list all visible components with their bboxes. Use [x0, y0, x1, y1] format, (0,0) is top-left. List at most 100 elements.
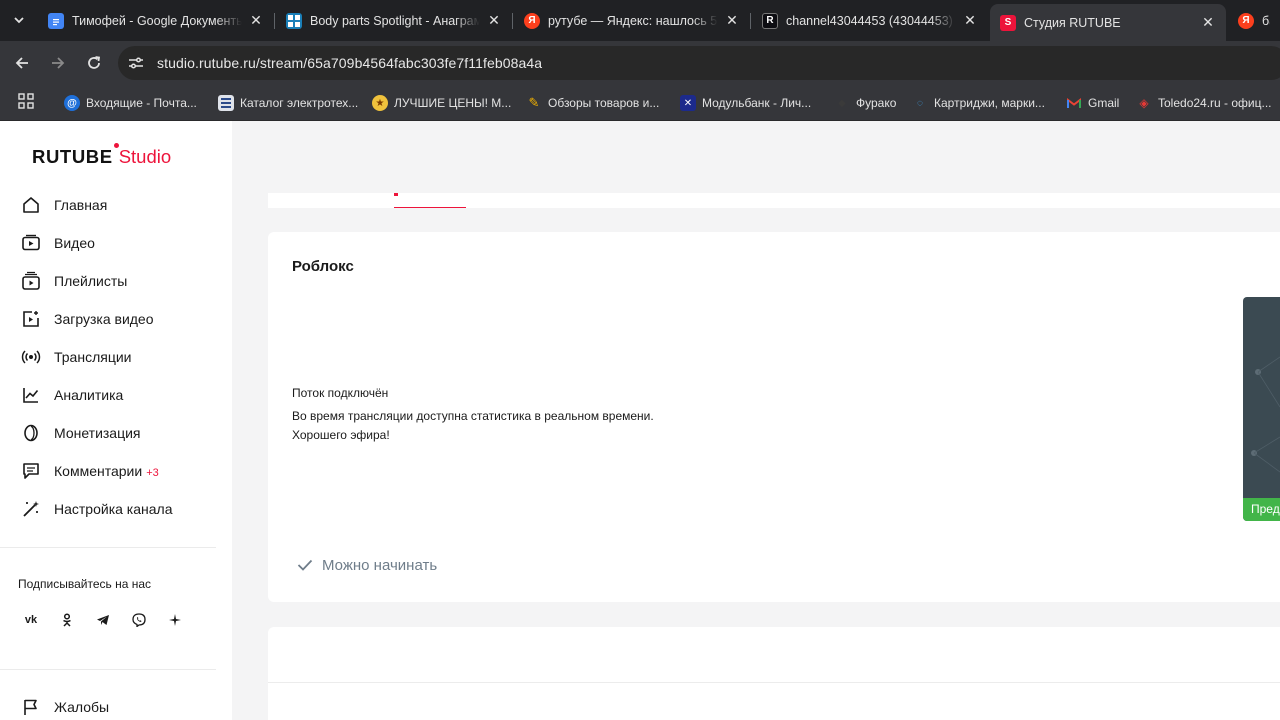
checkmark-icon	[296, 556, 314, 574]
reload-button[interactable]	[81, 50, 107, 76]
bookmark-item[interactable]: ◌ Картриджи, марки...	[912, 92, 1045, 114]
stream-title: Роблокс	[292, 258, 354, 275]
sidebar-item-channel-settings[interactable]: Настройка канала	[0, 490, 232, 528]
browser-tab-bar: Тимофей - Google Документы ✕ Body parts …	[0, 0, 1280, 41]
broadcast-icon	[19, 345, 43, 369]
vk-icon[interactable]: vk	[18, 607, 44, 633]
monetization-icon	[19, 421, 43, 445]
channel-settings-icon	[19, 497, 43, 521]
site-settings-icon[interactable]	[126, 53, 146, 73]
sidebar-item-label: Трансляции	[54, 349, 132, 365]
bookmark-item[interactable]: ✕ Модульбанк - Лич...	[680, 92, 811, 114]
stream-status-title: Поток подключён	[292, 386, 389, 400]
bank-icon: ✕	[680, 95, 696, 111]
bookmark-label: ЛУЧШИЕ ЦЕНЫ! М...	[394, 96, 512, 110]
sidebar-item-playlists[interactable]: Плейлисты	[0, 262, 232, 300]
browser-tab[interactable]: R channel43044453 (43044453) - ✕	[752, 6, 988, 35]
sparkle-icon[interactable]	[162, 607, 188, 633]
url-text[interactable]: studio.rutube.ru/stream/65a709b4564fabc3…	[157, 55, 542, 71]
bookmark-item[interactable]: @ Входящие - Почта...	[64, 92, 197, 114]
arrow-left-icon	[15, 57, 28, 69]
tab-title: Студия RUTUBE	[1024, 15, 1121, 30]
bookmark-item[interactable]: ◈ Toledo24.ru - офиц...	[1136, 92, 1271, 114]
sidebar-item-upload[interactable]: Загрузка видео	[0, 300, 232, 338]
active-tab-marker	[394, 193, 398, 196]
sidebar-item-complaints[interactable]: Жалобы	[0, 688, 232, 720]
telegram-icon[interactable]	[90, 607, 116, 633]
arrow-right-icon	[52, 57, 65, 69]
catalog-icon	[218, 95, 234, 111]
bookmark-label: Каталог электротех...	[240, 96, 359, 110]
cartridge-icon: ◌	[917, 97, 923, 109]
address-bar[interactable]: studio.rutube.ru/stream/65a709b4564fabc3…	[118, 46, 1280, 80]
sidebar-item-label: Главная	[54, 197, 108, 213]
browser-tab[interactable]: Тимофей - Google Документы ✕	[38, 6, 274, 35]
sidebar-item-analytics[interactable]: Аналитика	[0, 376, 232, 414]
logo-brand: RUTUBE	[32, 146, 113, 167]
chevron-down-icon	[14, 17, 24, 24]
browser-tab[interactable]: Я рутубе — Яндекс: нашлось 5 т ✕	[514, 6, 750, 35]
tab-search-button[interactable]	[6, 8, 32, 32]
sidebar-item-home[interactable]: Главная	[0, 186, 232, 224]
rutube-studio-icon: S	[1000, 14, 1016, 31]
sidebar: RUTUBE Studio Главная Видео Плейлисты Заг…	[0, 121, 232, 720]
stream-preview[interactable]: Пред	[1243, 297, 1280, 521]
shop-icon: ★	[372, 95, 388, 111]
sidebar-item-monetization[interactable]: Монетизация	[0, 414, 232, 452]
bookmark-label: Входящие - Почта...	[86, 96, 197, 110]
reload-icon	[88, 56, 101, 69]
bookmark-label: Gmail	[1088, 96, 1120, 110]
bookmark-label: Модульбанк - Лич...	[702, 96, 812, 110]
wordwall-icon	[286, 12, 302, 29]
odnoklassniki-icon[interactable]	[54, 607, 80, 633]
studio-app: RUTUBE Studio Главная Видео Плейлисты Заг…	[0, 121, 1280, 720]
rutube-r-icon: R	[762, 12, 778, 29]
status-line: Хорошего эфира!	[292, 428, 390, 442]
ready-to-start-button[interactable]: Можно начинать	[296, 556, 437, 574]
bookmark-item[interactable]: Gmail	[1066, 92, 1119, 114]
close-tab-icon[interactable]: ✕	[248, 12, 264, 29]
active-tab-underline	[394, 207, 466, 208]
stream-tabs-strip	[268, 193, 1280, 208]
close-tab-icon[interactable]: ✕	[724, 12, 740, 29]
sidebar-item-comments[interactable]: Комментарии +3	[0, 452, 232, 490]
back-button[interactable]	[9, 50, 35, 76]
close-tab-icon[interactable]: ✕	[486, 12, 502, 29]
playlist-icon	[19, 269, 43, 293]
yandex-icon: Я	[524, 12, 540, 29]
browser-tab-active[interactable]: S Студия RUTUBE ✕	[990, 4, 1226, 41]
browser-toolbar: studio.rutube.ru/stream/65a709b4564fabc3…	[0, 41, 1280, 84]
rutube-studio-logo[interactable]: RUTUBE Studio	[32, 143, 171, 172]
gmail-icon	[1066, 95, 1082, 111]
follow-us-title: Подписывайтесь на нас	[18, 577, 152, 591]
stream-settings-card	[268, 627, 1280, 720]
bookmark-item[interactable]: ★ ЛУЧШИЕ ЦЕНЫ! М...	[372, 92, 511, 114]
comments-icon	[19, 459, 43, 483]
browser-tab[interactable]: Я бар	[1228, 6, 1280, 35]
bookmark-label: Фурако	[856, 96, 897, 110]
logo-dot	[113, 143, 119, 148]
yandex-icon: Я	[1238, 12, 1254, 29]
toledo-icon: ◈	[1139, 96, 1149, 110]
apps-grid-icon[interactable]	[18, 93, 34, 109]
close-tab-icon[interactable]: ✕	[1200, 14, 1216, 31]
stream-card: Роблокс Поток подключён Во время трансля…	[268, 232, 1280, 602]
comments-badge: +3	[146, 467, 159, 479]
furako-icon: ◆	[838, 97, 846, 109]
forward-button[interactable]	[45, 50, 71, 76]
sidebar-item-video[interactable]: Видео	[0, 224, 232, 262]
sidebar-item-label: Видео	[54, 235, 95, 251]
bookmarks-bar: @ Входящие - Почта... Каталог электротех…	[0, 84, 1280, 121]
bookmark-label: Картриджи, марки...	[934, 96, 1045, 110]
bookmark-item[interactable]: ✎ Обзоры товаров и...	[526, 92, 660, 114]
viber-icon[interactable]	[126, 607, 152, 633]
sidebar-item-label: Загрузка видео	[54, 311, 154, 327]
bookmark-item[interactable]: Каталог электротех...	[218, 92, 358, 114]
browser-tab[interactable]: Body parts Spotlight - Анаграм ✕	[276, 6, 512, 35]
bookmark-item[interactable]: ◆ Фурако	[834, 92, 896, 114]
close-tab-icon[interactable]: ✕	[962, 12, 978, 29]
tab-divider	[750, 13, 751, 29]
card-divider	[268, 682, 1280, 683]
ready-label: Можно начинать	[322, 556, 438, 574]
sidebar-item-broadcasts[interactable]: Трансляции	[0, 338, 232, 376]
